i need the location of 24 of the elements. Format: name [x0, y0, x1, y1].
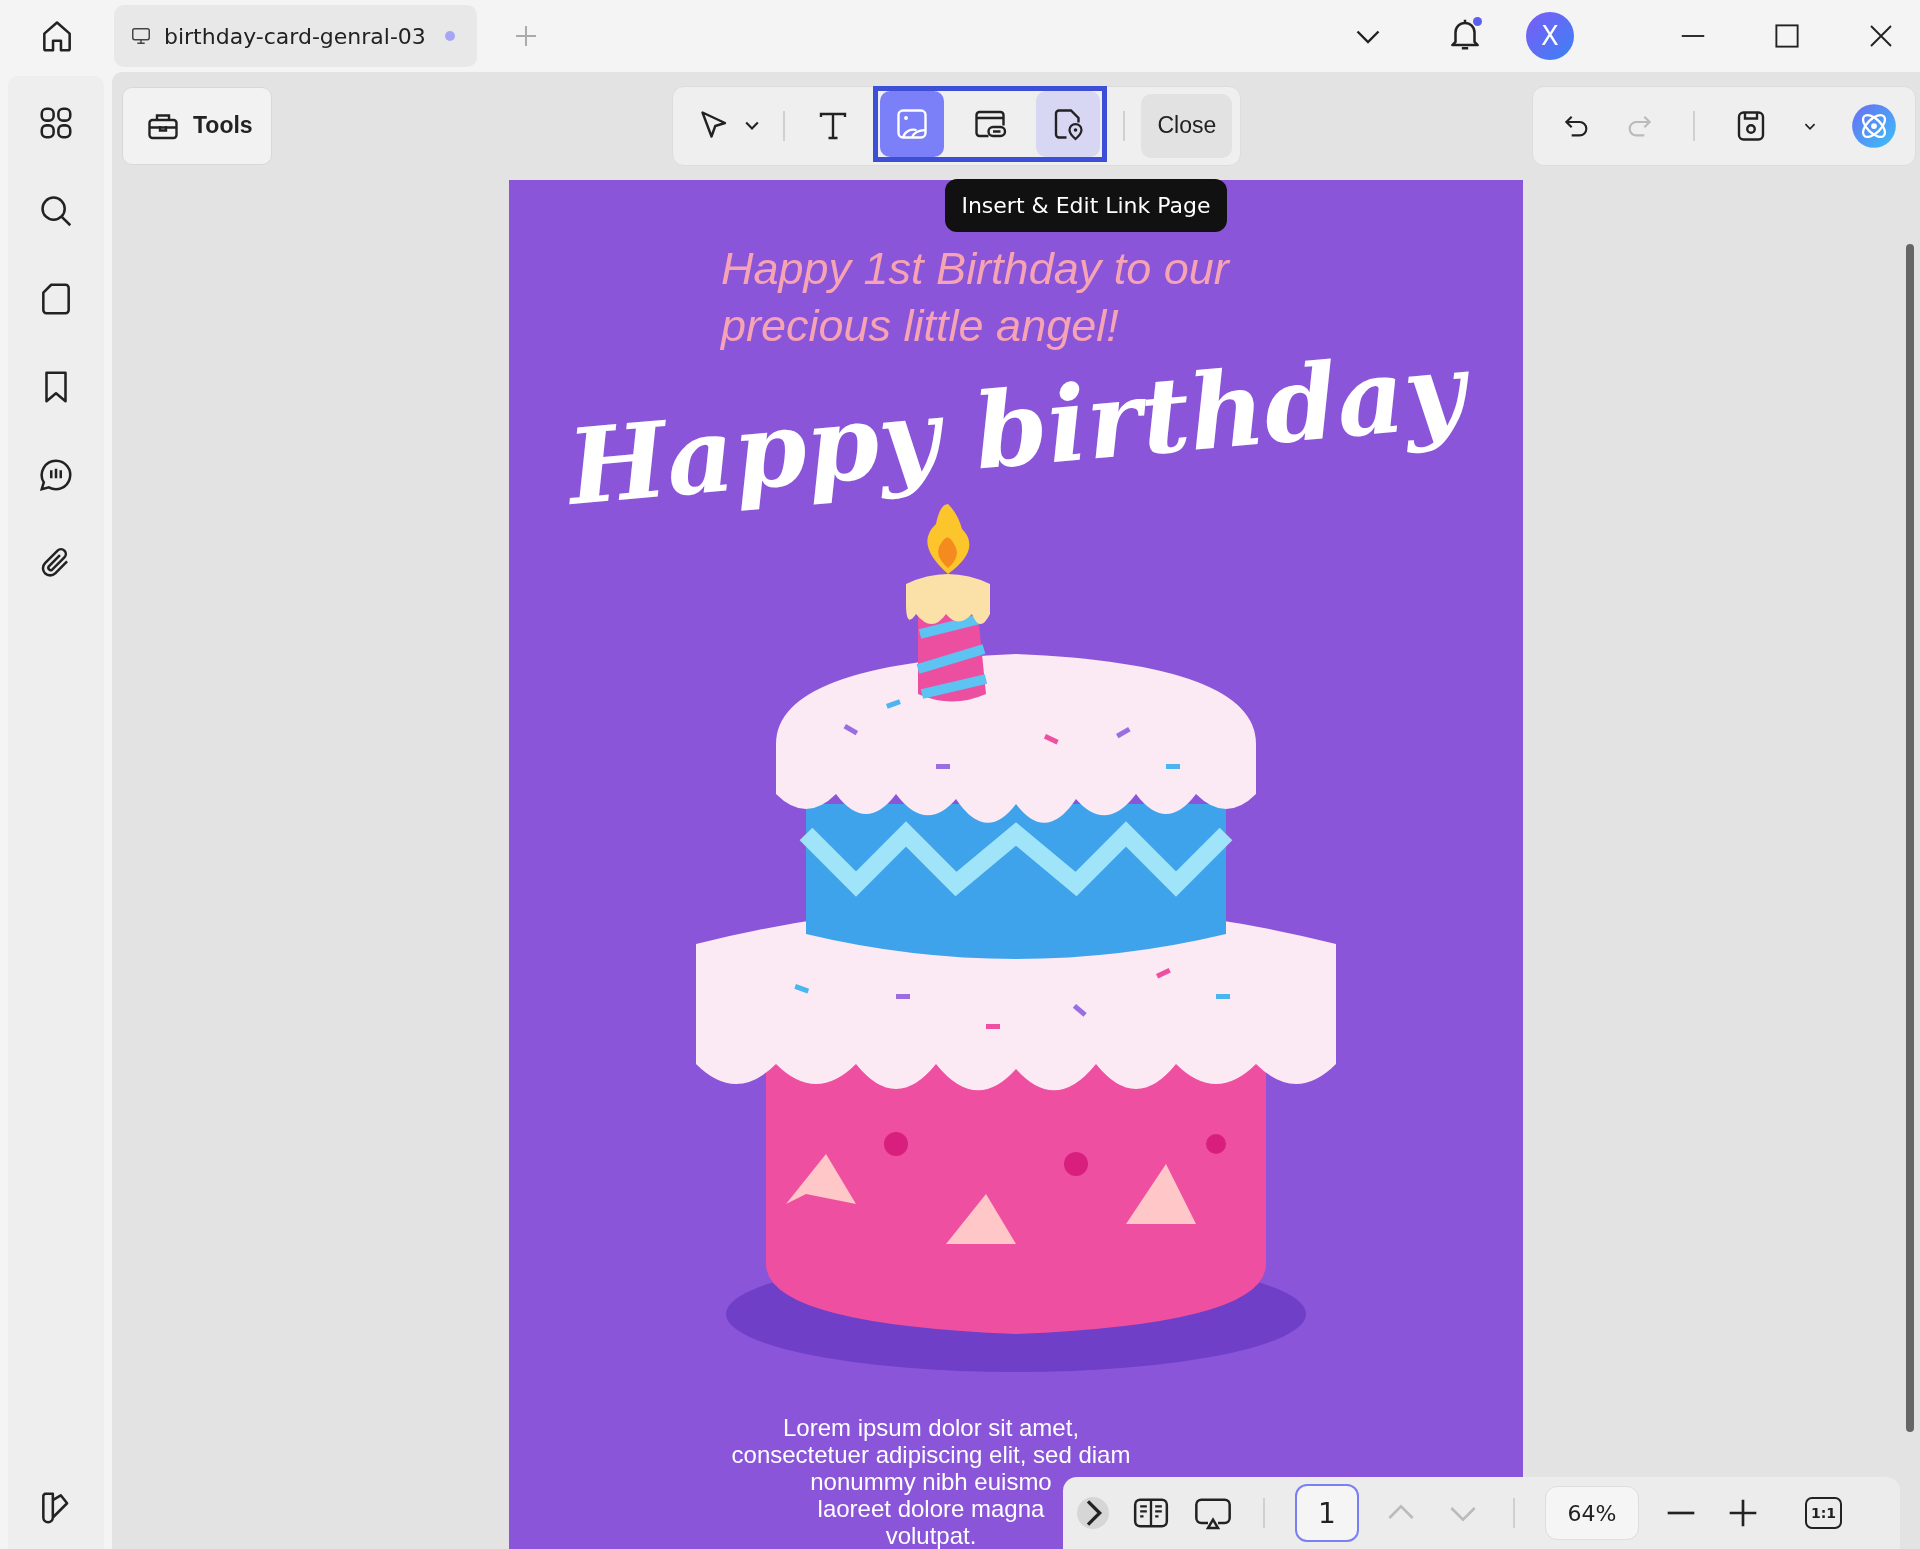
body-text-line: Lorem ipsum dolor sit amet, — [782, 1414, 1080, 1441]
body-text-line: nonummy nibh euismo — [810, 1468, 1052, 1495]
document-tab[interactable]: birthday-card-genral-03 — [114, 5, 477, 67]
close-button[interactable]: Close — [1141, 93, 1233, 158]
image-tool-button[interactable] — [880, 90, 945, 157]
greeting-text: Happy 1st Birthday to our precious little angel! — [721, 242, 1231, 353]
caret-icon — [745, 121, 760, 130]
assistant-logo-icon[interactable] — [1851, 102, 1897, 149]
tab-title: birthday-card-genral-03 — [164, 23, 427, 49]
body-text-line: volutpat. — [885, 1522, 977, 1549]
maximize-icon[interactable] — [1772, 21, 1802, 51]
body-text-line: laoreet dolore magna — [817, 1495, 1045, 1522]
tools-button[interactable]: Tools — [122, 86, 272, 165]
scrollbar[interactable] — [1906, 244, 1914, 1432]
zoom-field[interactable]: 64% — [1545, 1486, 1639, 1540]
thumbnails-icon[interactable] — [37, 104, 75, 142]
page-number-field[interactable]: 1 — [1295, 1484, 1359, 1542]
page-link-tool-button[interactable] — [1036, 90, 1101, 157]
actual-size-button[interactable]: 1:1 — [1805, 1497, 1843, 1529]
monitor-icon — [130, 25, 152, 47]
tooltip: Insert & Edit Link Page — [945, 178, 1227, 232]
user-avatar[interactable]: X — [1526, 12, 1574, 60]
expand-button[interactable] — [1077, 1497, 1109, 1529]
body-text-line: consectetuer adipiscing elit, sed diam — [731, 1441, 1131, 1468]
